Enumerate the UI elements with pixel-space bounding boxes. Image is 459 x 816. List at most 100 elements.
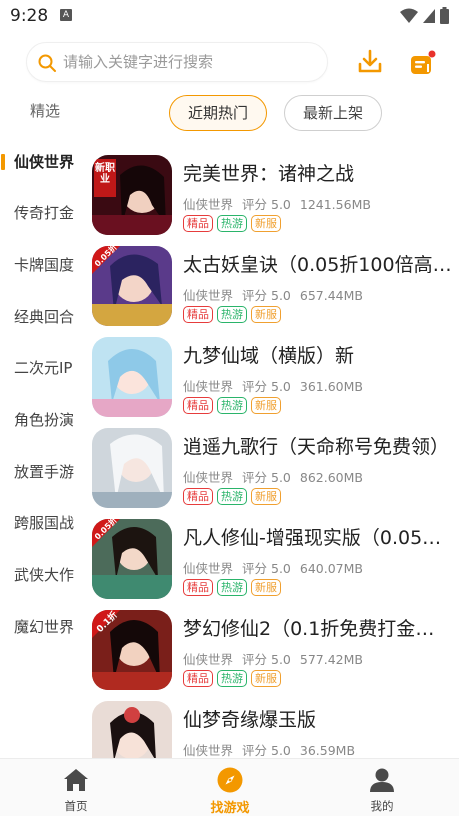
tab-newly-added[interactable]: 最新上架 (284, 95, 382, 131)
game-meta: 仙侠世界 评分 5.0 36.59MB (183, 740, 364, 758)
game-icon: 0.05折 (92, 246, 172, 326)
game-item[interactable]: 0.05折 凡人修仙-增强现实版（0.05折） 仙侠世界 评分 5.0 640.07… (90, 514, 459, 600)
tag-new-server: 新服 (251, 397, 281, 414)
game-rating: 评分 5.0 (242, 288, 291, 303)
nav-label: 首页 (64, 799, 88, 813)
download-icon[interactable] (356, 48, 384, 76)
sidebar-item-turn-based[interactable]: 经典回合 (0, 295, 90, 339)
game-icon-badge: 新职业 (95, 163, 115, 185)
sidebar-item-label: 放置手游 (14, 463, 75, 481)
game-rating: 评分 5.0 (242, 197, 291, 212)
game-title: 九梦仙域（横版）新 (183, 345, 355, 367)
game-size: 640.07MB (299, 561, 363, 576)
tag-hot: 热游 (217, 670, 247, 687)
game-tags: 精品 热游 新服 (183, 670, 281, 687)
game-item[interactable]: 新职业 完美世界：诸神之战 仙侠世界 评分 5.0 1241.56MB 精品 热游 新服 (90, 150, 459, 236)
featured-label[interactable]: 精选 (30, 100, 60, 121)
game-category: 仙侠世界 (183, 197, 234, 212)
sidebar-item-label: 传奇打金 (14, 204, 75, 222)
game-icon (92, 428, 172, 508)
game-meta: 仙侠世界 评分 5.0 862.60MB (183, 467, 372, 486)
tag-premium: 精品 (183, 488, 213, 505)
tag-hot: 热游 (217, 488, 247, 505)
game-icon: 新职业 (92, 155, 172, 235)
tag-premium: 精品 (183, 215, 213, 232)
tag-hot: 热游 (217, 215, 247, 232)
tag-new-server: 新服 (251, 215, 281, 232)
sidebar-item-label: 跨服国战 (14, 514, 75, 532)
game-title: 梦幻修仙2（0.1折免费打金版） (183, 618, 453, 640)
game-category: 仙侠世界 (183, 288, 234, 303)
sidebar-item-label: 卡牌国度 (14, 256, 75, 274)
game-title: 逍遥九歌行（天命称号免费领） (183, 436, 450, 458)
sidebar-item-label: 仙侠世界 (14, 153, 75, 171)
search-icon (38, 54, 56, 72)
game-manager-icon[interactable] (408, 48, 438, 78)
sidebar-item-idle[interactable]: 放置手游 (0, 450, 90, 494)
game-item[interactable]: 仙梦奇缘爆玉版 仙侠世界评分 5.036.59MB 精品热游新服 (90, 696, 459, 758)
game-meta: 仙侠世界 评分 5.0 577.42MB (183, 649, 372, 668)
game-tags: 精品 热游 新服 (183, 215, 281, 232)
sidebar-item-rpg[interactable]: 角色扮演 (0, 398, 90, 442)
game-rating: 评分 5.0 (242, 470, 291, 485)
sidebar-item-fantasy[interactable]: 魔幻世界 (0, 605, 90, 649)
game-size: 361.60MB (299, 379, 363, 394)
game-icon (92, 337, 172, 417)
game-item[interactable]: 九梦仙域（横版）新 仙侠世界 评分 5.0 361.60MB 精品 热游 新服 (90, 332, 459, 418)
active-indicator (1, 154, 5, 170)
game-tags: 精品 热游 新服 (183, 488, 281, 505)
game-title: 仙梦奇缘爆玉版 (183, 709, 317, 731)
game-category: 仙侠世界 (183, 379, 234, 394)
game-item[interactable]: 0.1折 梦幻修仙2（0.1折免费打金版） 仙侠世界 评分 5.0 577.42MB… (90, 605, 459, 691)
sidebar-item-anime-ip[interactable]: 二次元IP (0, 346, 90, 390)
game-title: 太古妖皇诀（0.05折100倍高返） (183, 254, 453, 276)
sidebar-item-card[interactable]: 卡牌国度 (0, 243, 90, 287)
tag-new-server: 新服 (251, 488, 281, 505)
notification-icon: A (60, 9, 72, 21)
game-size: 577.42MB (299, 652, 363, 667)
game-tags: 精品 热游 新服 (183, 306, 281, 323)
tag-hot: 热游 (217, 397, 247, 414)
tag-premium: 精品 (183, 306, 213, 323)
game-title: 完美世界：诸神之战 (183, 163, 355, 185)
sidebar-item-cross-server[interactable]: 跨服国战 (0, 501, 90, 545)
tag-hot: 热游 (217, 579, 247, 596)
game-meta: 仙侠世界 评分 5.0 361.60MB (183, 376, 372, 395)
search-bar[interactable] (26, 42, 328, 82)
game-item[interactable]: 逍遥九歌行（天命称号免费领） 仙侠世界 评分 5.0 862.60MB 精品 热游 新服 (90, 423, 459, 509)
search-input[interactable] (63, 43, 313, 81)
tag-premium: 精品 (183, 579, 213, 596)
signal-icon (423, 8, 435, 23)
status-time: 9:28 (10, 6, 49, 26)
tab-recent-hot[interactable]: 近期热门 (169, 95, 267, 131)
battery-icon (440, 7, 449, 24)
status-bar: 9:28 A (0, 0, 459, 32)
sidebar-item-label: 角色扮演 (14, 411, 75, 429)
home-icon (64, 769, 88, 791)
game-item[interactable]: 0.05折 太古妖皇诀（0.05折100倍高返） 仙侠世界 评分 5.0 657.4… (90, 241, 459, 327)
status-icons (400, 7, 449, 24)
game-rating: 评分 5.0 (242, 743, 291, 758)
game-size: 862.60MB (299, 470, 363, 485)
game-title: 凡人修仙-增强现实版（0.05折） (183, 527, 453, 549)
nav-find-games[interactable]: 找游戏 (180, 759, 280, 816)
game-category: 仙侠世界 (183, 743, 234, 758)
game-category: 仙侠世界 (183, 470, 234, 485)
game-icon: 0.05折 (92, 519, 172, 599)
sidebar-item-xianxia[interactable]: 仙侠世界 (0, 140, 90, 184)
nav-home[interactable]: 首页 (26, 759, 126, 816)
game-meta: 仙侠世界 评分 5.0 640.07MB (183, 558, 372, 577)
sidebar-item-wuxia[interactable]: 武侠大作 (0, 553, 90, 597)
game-category: 仙侠世界 (183, 561, 234, 576)
game-meta: 仙侠世界 评分 5.0 1241.56MB (183, 194, 380, 213)
game-tags: 精品 热游 新服 (183, 579, 281, 596)
game-category: 仙侠世界 (183, 652, 234, 667)
game-size: 1241.56MB (299, 197, 371, 212)
tag-premium: 精品 (183, 670, 213, 687)
game-icon (92, 701, 172, 758)
sidebar-item-label: 经典回合 (14, 308, 75, 326)
sidebar-item-chuanqi[interactable]: 传奇打金 (0, 191, 90, 235)
nav-profile[interactable]: 我的 (332, 759, 432, 816)
game-meta: 仙侠世界 评分 5.0 657.44MB (183, 285, 372, 304)
game-size: 36.59MB (299, 743, 356, 758)
